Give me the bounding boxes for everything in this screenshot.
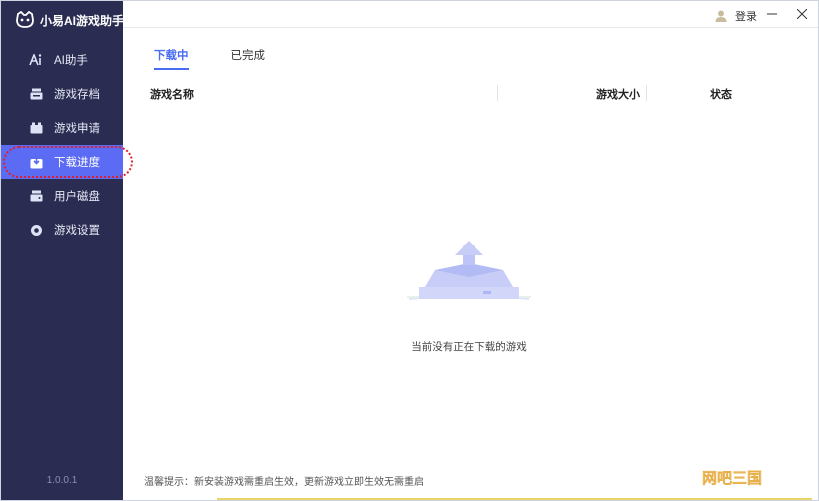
tab-downloading[interactable]: 下载中 [154,47,189,70]
user-icon [715,10,727,22]
footer-tip: 温馨提示：新安装游戏需重启生效，更新游戏立即生效无需重启 [144,477,424,488]
close-icon [797,9,807,19]
login-button[interactable]: 登录 [715,8,757,24]
app-logo-icon [16,11,34,28]
sidebar-item-user-disk[interactable]: 用户磁盘 [1,179,123,213]
sidebar-item-label: AI助手 [54,55,88,67]
column-divider[interactable] [646,85,647,101]
sidebar-item-game-saves[interactable]: 游戏存档 [1,77,123,111]
column-header-game-size: 游戏大小 [596,89,640,101]
column-divider[interactable] [497,85,498,101]
sidebar-item-label: 游戏申请 [54,123,100,135]
app-window: 小易AI游戏助手 AI助手 游戏存档 游戏申请 下载进度 用户磁盘 游戏设置 1… [0,0,819,501]
table-header: 游戏名称 游戏大小 状态 [123,83,745,103]
column-header-game-name: 游戏名称 [150,89,194,101]
settings-icon [29,223,43,237]
sidebar-item-ai-assistant[interactable]: AI助手 [1,43,123,77]
sidebar-item-label: 游戏设置 [54,225,100,237]
save-archive-icon [29,87,43,101]
sidebar: 小易AI游戏助手 AI助手 游戏存档 游戏申请 下载进度 用户磁盘 游戏设置 1… [1,1,133,500]
minimize-button[interactable] [764,6,780,22]
sidebar-item-label: 游戏存档 [54,89,100,101]
login-label: 登录 [735,11,757,23]
app-version: 1.0.0.1 [46,475,78,486]
watermark-logo: 网吧三国 [702,469,763,488]
close-button[interactable] [794,6,810,22]
background-taskbar-strip [217,498,812,500]
tab-bar: 下载中 已完成 [154,47,307,70]
tab-completed[interactable]: 已完成 [231,47,266,69]
minimize-icon [767,13,777,15]
sidebar-item-label: 下载进度 [54,157,100,169]
game-request-icon [29,121,43,135]
download-icon [29,155,43,169]
sidebar-item-download-progress[interactable]: 下载进度 [1,145,133,179]
watermark-text: 网吧三国 [702,469,762,487]
sidebar-item-game-request[interactable]: 游戏申请 [1,111,123,145]
empty-box-illustration [407,241,531,300]
column-header-status: 状态 [710,89,732,101]
sidebar-item-game-settings[interactable]: 游戏设置 [1,213,123,247]
sidebar-nav: AI助手 游戏存档 游戏申请 下载进度 用户磁盘 游戏设置 [1,43,133,247]
sidebar-item-label: 用户磁盘 [54,191,100,203]
ai-icon [29,53,43,67]
app-title: 小易AI游戏助手 [40,13,125,28]
brand: 小易AI游戏助手 [15,10,124,30]
empty-state-message: 当前没有正在下载的游戏 [411,341,527,353]
disk-icon [29,189,43,203]
title-bar: 登录 [123,1,818,28]
